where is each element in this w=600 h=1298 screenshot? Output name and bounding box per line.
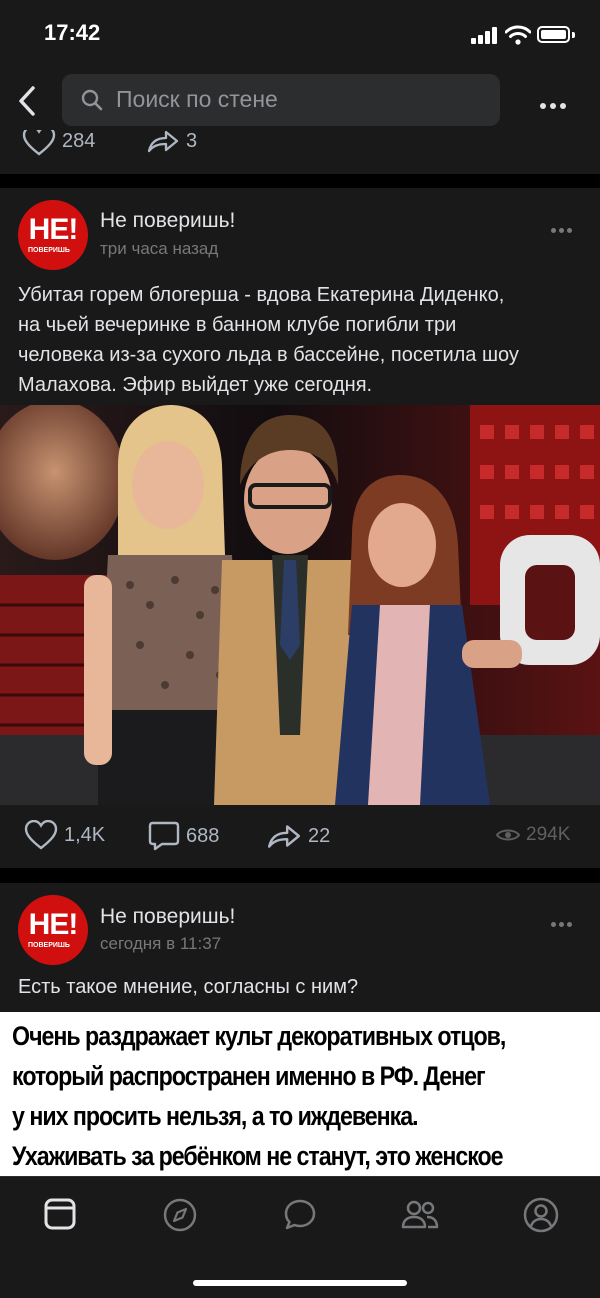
- post-time: три часа назад: [100, 239, 219, 258]
- back-chevron-icon[interactable]: [14, 84, 40, 118]
- post-quote-image[interactable]: Очень раздражает культ декоративных отцо…: [0, 1012, 600, 1178]
- heart-icon: [22, 130, 56, 156]
- home-icon[interactable]: [43, 1197, 77, 1231]
- home-indicator: [193, 1280, 407, 1286]
- avatar-logo-text: НЕ!: [28, 908, 79, 941]
- compass-icon[interactable]: [162, 1197, 198, 1233]
- post-author[interactable]: Не поверишь!: [100, 905, 235, 929]
- post-author[interactable]: Не поверишь!: [100, 209, 235, 233]
- battery-tip: [572, 32, 575, 38]
- post-text-line: на чьей вечеринке в банном клубе погибли…: [18, 314, 457, 336]
- quote-line: у них просить нельзя, а то иждевенка.: [12, 1101, 419, 1131]
- post-photo[interactable]: Ф: [0, 405, 600, 805]
- like-count: 1,4K: [64, 823, 106, 846]
- quote-line: Ухаживать за ребёнком не станут, это жен…: [12, 1141, 504, 1171]
- repost-count: 3: [186, 130, 198, 152]
- community-avatar[interactable]: НЕ! ПОВЕРИШЬ: [18, 895, 88, 965]
- share-arrow-icon: [147, 130, 179, 153]
- studio-logo-text: Ф: [578, 643, 590, 659]
- previous-post-footer: 284 3: [0, 130, 600, 174]
- views-count: 294K: [526, 824, 571, 845]
- post-text: Есть такое мнение, согласны с ним?: [18, 976, 359, 998]
- status-time: 17:42: [44, 20, 101, 45]
- avatar-logo-text: НЕ!: [28, 213, 79, 246]
- more-options-icon[interactable]: [540, 96, 570, 114]
- post-text: Убитая горем блогерша - вдова Екатерина …: [18, 280, 588, 400]
- like-count: 284: [62, 130, 96, 152]
- messages-icon[interactable]: [282, 1197, 318, 1233]
- post-more-icon[interactable]: [551, 914, 575, 932]
- quote-line: Очень раздражает культ декоративных отцо…: [12, 1021, 506, 1051]
- comment-count: 688: [186, 824, 220, 847]
- share-arrow-icon: [267, 825, 301, 848]
- profile-icon[interactable]: [522, 1196, 560, 1234]
- comment-icon: [148, 821, 180, 851]
- post-text-line: Убитая горем блогерша - вдова Екатерина …: [18, 284, 505, 306]
- post-text-line: Малахова. Эфир выйдет уже сегодня.: [18, 374, 373, 396]
- post-text-line: человека из-за сухого льда в бассейне, п…: [18, 344, 519, 366]
- post-time: сегодня в 11:37: [100, 934, 222, 953]
- battery-icon: [537, 26, 570, 43]
- quote-line: который распространен именно в РФ. Денег: [12, 1061, 486, 1091]
- repost-count: 22: [308, 824, 331, 847]
- repost-button[interactable]: 22: [266, 822, 330, 850]
- repost-button[interactable]: 3: [146, 130, 197, 154]
- community-avatar[interactable]: НЕ! ПОВЕРИШЬ: [18, 200, 88, 270]
- search-icon: [81, 89, 103, 111]
- comment-button[interactable]: 688: [148, 821, 219, 851]
- cellular-signal-icon: [471, 27, 497, 44]
- avatar-logo-subtext: ПОВЕРИШЬ: [28, 942, 70, 949]
- wifi-icon: [505, 25, 531, 45]
- friends-icon[interactable]: [400, 1197, 440, 1233]
- avatar-logo-subtext: ПОВЕРИШЬ: [28, 247, 70, 254]
- search-placeholder: Поиск по стене: [116, 86, 278, 112]
- like-button[interactable]: 284: [22, 130, 95, 156]
- post-more-icon[interactable]: [551, 220, 575, 238]
- heart-icon: [24, 820, 58, 850]
- like-button[interactable]: 1,4K: [24, 820, 105, 850]
- views-counter: 294K: [496, 824, 570, 846]
- eye-icon: [496, 829, 520, 841]
